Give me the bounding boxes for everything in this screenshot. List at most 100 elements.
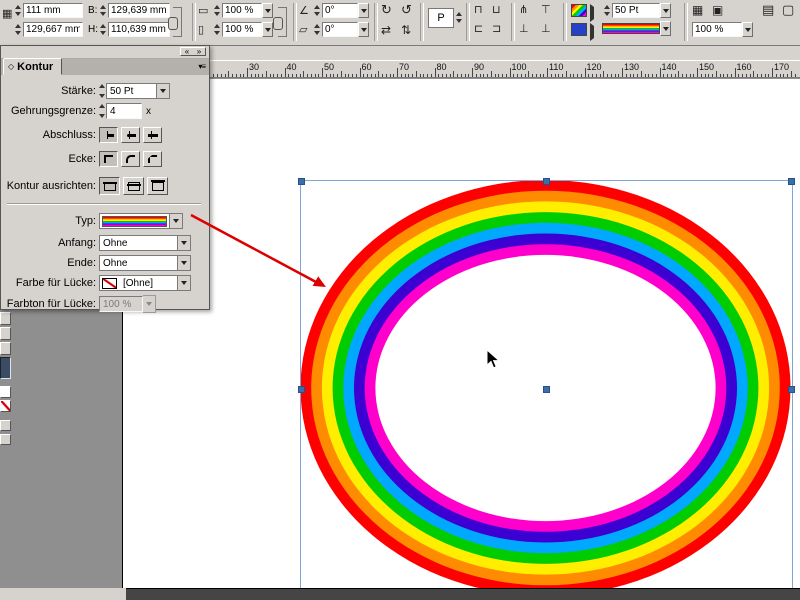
scale-x-field[interactable] — [222, 3, 262, 18]
toolbar-separator — [684, 3, 688, 41]
stroke-weight-dropdown-arrow-icon[interactable] — [660, 3, 671, 18]
align-stroke-inside-button[interactable] — [123, 177, 144, 195]
panel-collapse-button[interactable]: « » — [180, 47, 206, 56]
anfang-value: Ohne — [100, 238, 177, 249]
reference-point-proxy-icon[interactable]: ▦ — [2, 8, 12, 20]
align-baseline-icon[interactable]: ⊥ — [541, 23, 551, 35]
staerke-stepper[interactable] — [99, 84, 105, 98]
tool-button[interactable] — [0, 434, 11, 445]
constrain-scale-icon[interactable] — [278, 7, 287, 37]
selection-handle[interactable] — [788, 386, 795, 393]
horizontal-scrollbar[interactable] — [126, 588, 800, 600]
align-stroke-center-button[interactable] — [99, 177, 120, 195]
flip-vertical-icon[interactable]: ⇅ — [401, 24, 411, 36]
distribute-top-icon[interactable]: ⊓ — [474, 4, 483, 16]
distribute-bottom-icon[interactable]: ⊔ — [492, 4, 501, 16]
tool-button[interactable] — [0, 420, 11, 431]
fill-color-indicator[interactable] — [571, 23, 587, 36]
stroke-color-indicator[interactable] — [571, 4, 587, 17]
rotation-dropdown-arrow-icon[interactable] — [358, 3, 369, 18]
gehrungsgrenze-field[interactable]: 4 — [106, 103, 142, 119]
stroke-weight-field[interactable] — [612, 3, 660, 18]
tool-button[interactable] — [0, 342, 11, 355]
selection-handle[interactable] — [788, 178, 795, 185]
rotation-stepper[interactable] — [312, 3, 321, 18]
stroke-type-preview[interactable] — [602, 23, 660, 34]
ende-dropdown[interactable]: Ohne — [99, 255, 191, 271]
y-position-field[interactable] — [23, 22, 83, 37]
scale-y-dropdown-arrow-icon[interactable] — [262, 22, 273, 37]
distribute-right-icon[interactable]: ⊐ — [492, 23, 501, 35]
cap-projecting-button[interactable] — [143, 127, 162, 143]
shear-dropdown-arrow-icon[interactable] — [358, 22, 369, 37]
stroke-type-dropdown-arrow-icon[interactable] — [660, 21, 671, 36]
tab-kontur[interactable]: ◇ Kontur — [3, 58, 62, 75]
height-field[interactable] — [108, 22, 170, 37]
align-bottom-icon[interactable]: ⊥ — [519, 23, 529, 35]
zoom-dropdown-arrow-icon[interactable] — [742, 22, 753, 37]
rotation-angle-icon: ∠ — [299, 5, 309, 17]
staerke-dropdown[interactable]: 50 Pt — [106, 83, 170, 99]
distribute-left-icon[interactable]: ⊏ — [474, 23, 483, 35]
tool-button[interactable] — [0, 312, 11, 325]
link-dimensions-icon[interactable] — [173, 7, 182, 37]
anfang-dropdown[interactable]: Ohne — [99, 235, 191, 251]
x-position-stepper[interactable] — [13, 3, 22, 18]
window-new-icon[interactable]: ▢ — [782, 4, 794, 16]
cap-round-button[interactable] — [121, 127, 140, 143]
gehrungsgrenze-value: 4 — [110, 106, 116, 117]
width-stepper[interactable] — [98, 3, 107, 18]
height-stepper[interactable] — [98, 22, 107, 37]
anfang-label: Anfang: — [1, 237, 96, 249]
farbe-luecke-dropdown[interactable]: [Ohne] — [99, 275, 191, 291]
panel-menu-icon[interactable]: ▾≡ — [198, 62, 205, 71]
toolbar-separator — [420, 3, 424, 41]
cap-butt-button[interactable] — [99, 127, 118, 143]
stroke-flyout-arrow-icon[interactable] — [590, 7, 594, 19]
scale-y-stepper[interactable] — [212, 22, 221, 37]
status-bar-left — [0, 588, 126, 600]
tool-button[interactable] — [0, 327, 11, 340]
selection-handle[interactable] — [298, 386, 305, 393]
scale-x-stepper[interactable] — [212, 3, 221, 18]
rotation-field[interactable] — [322, 3, 358, 18]
selection-center-point[interactable] — [543, 386, 550, 393]
collapse-right-icon: » — [197, 48, 201, 55]
stroke-weight-stepper[interactable] — [602, 3, 611, 18]
gehrungsgrenze-stepper[interactable] — [99, 104, 105, 118]
shear-field[interactable] — [322, 22, 358, 37]
align-top-icon[interactable]: ⊤ — [541, 4, 551, 16]
window-arrange-icon[interactable]: ▤ — [762, 4, 774, 16]
join-miter-button[interactable] — [99, 151, 118, 167]
staerke-value: 50 Pt — [107, 86, 156, 97]
paragraph-style-stepper[interactable] — [454, 10, 463, 25]
align-stroke-inside-icon — [128, 182, 140, 191]
join-bevel-button[interactable] — [143, 151, 162, 167]
shear-stepper[interactable] — [312, 22, 321, 37]
y-position-stepper[interactable] — [13, 22, 22, 37]
preview-mode-icon[interactable]: ▦ — [692, 4, 703, 16]
ende-value: Ohne — [100, 258, 177, 269]
selection-handle[interactable] — [298, 178, 305, 185]
fill-flyout-arrow-icon[interactable] — [590, 26, 594, 38]
paragraph-style-button[interactable]: P — [428, 8, 454, 28]
tool-button-active[interactable] — [0, 357, 11, 379]
join-round-button[interactable] — [121, 151, 140, 167]
typ-dropdown[interactable] — [99, 213, 183, 229]
width-field[interactable] — [108, 3, 170, 18]
flip-horizontal-icon[interactable]: ⇄ — [381, 24, 391, 36]
rotate-ccw-icon[interactable]: ↺ — [401, 4, 412, 16]
rotate-cw-icon[interactable]: ↻ — [381, 4, 392, 16]
align-center-icon[interactable]: ⋔ — [519, 4, 528, 16]
toolbar-separator — [563, 3, 567, 41]
selection-handle[interactable] — [543, 178, 550, 185]
fill-proxy-swatch[interactable] — [0, 386, 11, 398]
align-stroke-outside-button[interactable] — [147, 177, 168, 195]
farbton-luecke-label: Farbton für Lücke: — [1, 298, 96, 310]
stroke-proxy-swatch[interactable] — [0, 400, 11, 412]
screen-mode-icon[interactable]: ▣ — [712, 4, 723, 16]
x-position-field[interactable] — [23, 3, 83, 18]
zoom-field[interactable] — [692, 22, 742, 37]
scale-y-field[interactable] — [222, 22, 262, 37]
scale-x-dropdown-arrow-icon[interactable] — [262, 3, 273, 18]
